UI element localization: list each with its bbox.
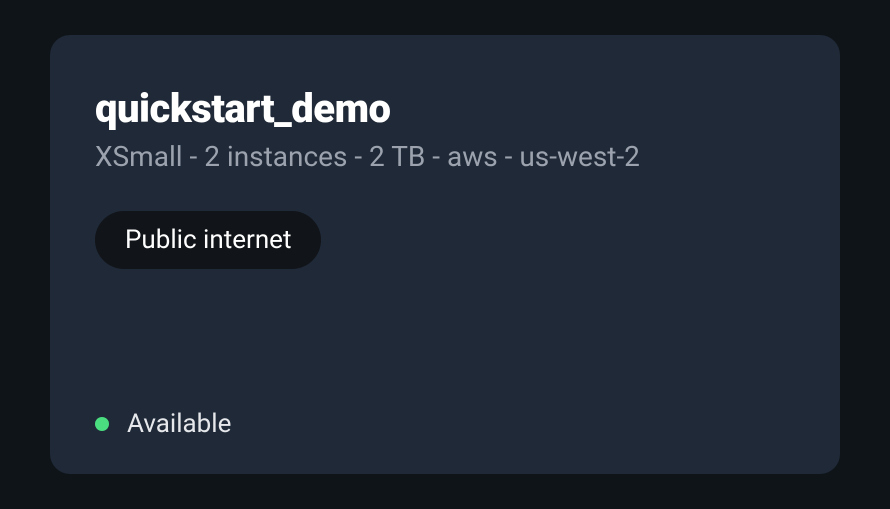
resource-title: quickstart_demo <box>95 85 795 132</box>
resource-spec-subtitle: XSmall - 2 instances - 2 TB - aws - us-w… <box>95 140 795 173</box>
status-label: Available <box>127 409 231 439</box>
status-row: Available <box>95 409 795 439</box>
status-dot-icon <box>95 417 109 431</box>
network-badge: Public internet <box>95 211 321 269</box>
resource-card[interactable]: quickstart_demo XSmall - 2 instances - 2… <box>50 35 840 474</box>
